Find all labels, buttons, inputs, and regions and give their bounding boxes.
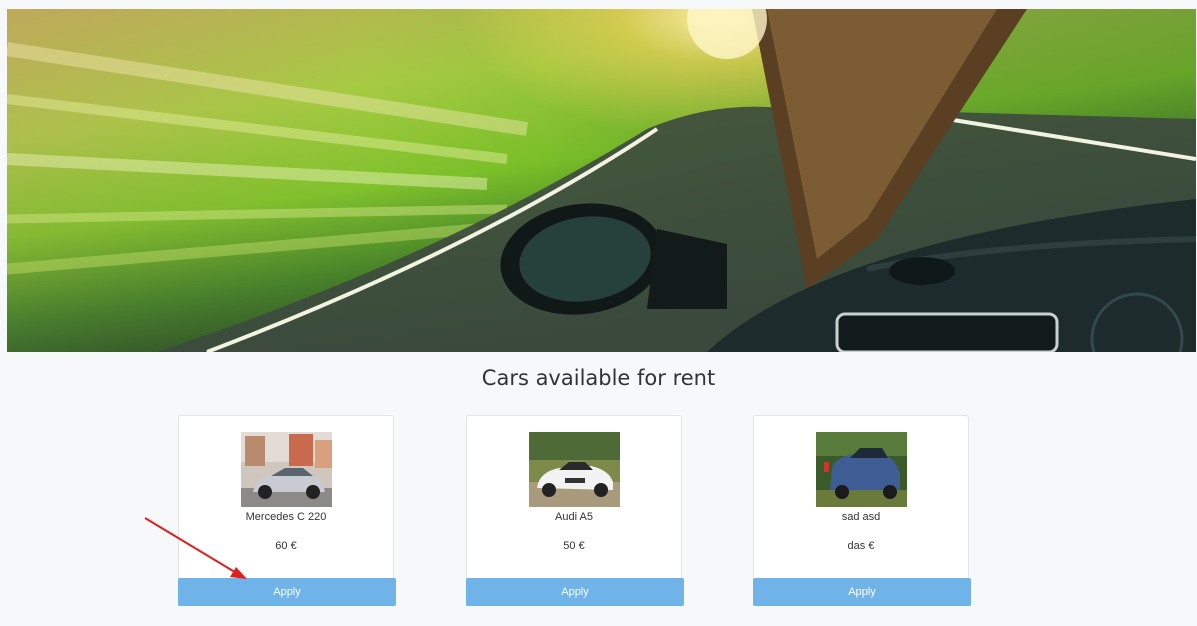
car-card-audi: Audi A5 50 € Apply <box>466 415 684 606</box>
car-price: 60 € <box>275 540 297 552</box>
car-photo-sad-asd <box>816 432 907 507</box>
car-photo-mercedes <box>241 432 332 507</box>
car-name: Mercedes C 220 <box>245 511 327 523</box>
car-card-sad-asd: sad asd das € Apply <box>753 415 971 606</box>
car-name: Audi A5 <box>555 511 593 523</box>
hero-illustration <box>7 9 1196 352</box>
car-name: sad asd <box>841 511 881 523</box>
apply-button[interactable]: Apply <box>753 578 971 606</box>
car-card-mercedes: Mercedes C 220 60 € Apply <box>178 415 396 606</box>
page-title: Cars available for rent <box>481 366 716 390</box>
car-price: das € <box>847 540 875 552</box>
car-photo-audi <box>529 432 620 507</box>
apply-button[interactable]: Apply <box>178 578 396 606</box>
hero-banner-image <box>7 9 1196 352</box>
apply-button[interactable]: Apply <box>466 578 684 606</box>
car-price: 50 € <box>563 540 585 552</box>
